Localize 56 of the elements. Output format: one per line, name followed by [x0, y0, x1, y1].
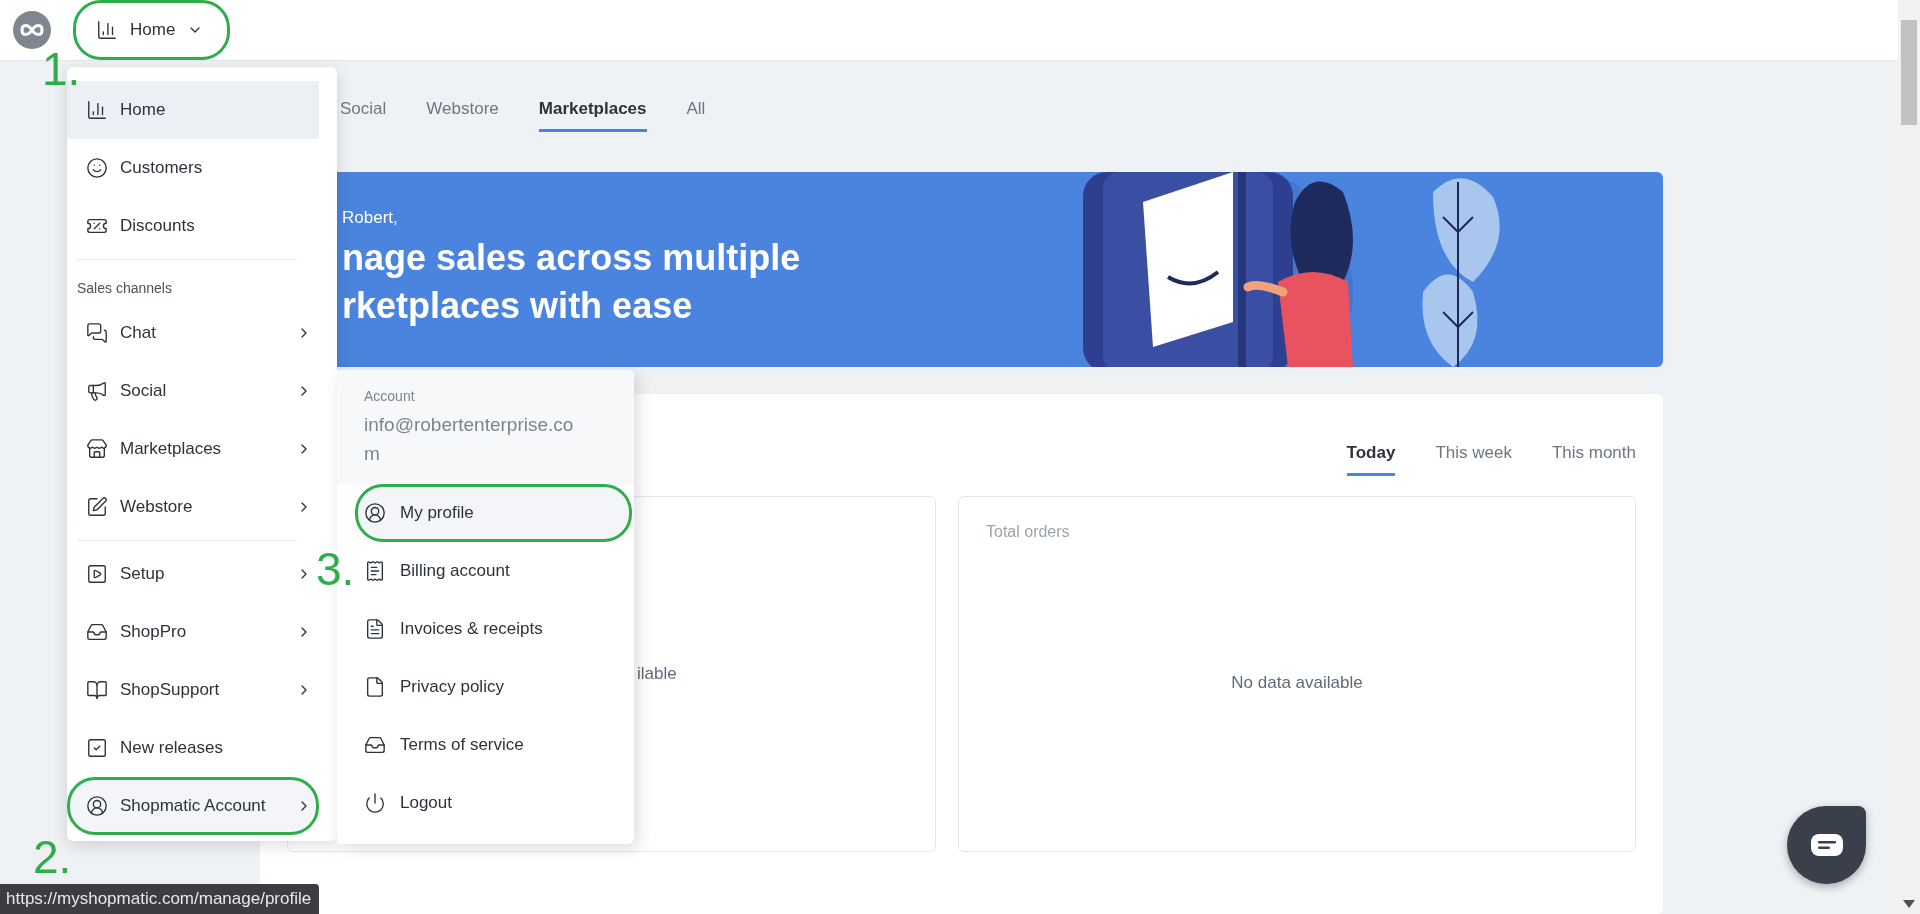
megaphone-icon: [86, 380, 108, 402]
period-tab[interactable]: This month: [1551, 431, 1636, 476]
channel-tab[interactable]: Social: [340, 87, 387, 132]
account-heading: Account: [364, 388, 416, 404]
book-icon: [86, 679, 108, 701]
period-tab[interactable]: Today: [1346, 431, 1396, 476]
banner-headline: nage sales across multiple: [342, 236, 801, 280]
empty-message: No data available: [1231, 673, 1363, 693]
menu-item[interactable]: Marketplaces: [67, 420, 319, 478]
play-icon: [86, 563, 108, 585]
chart-icon: [96, 19, 118, 41]
menu-item[interactable]: ShopSupport: [67, 661, 319, 719]
section-header: Sales channels: [76, 279, 173, 298]
menu-item[interactable]: ShopPro: [67, 603, 319, 661]
menu-item[interactable]: Social: [67, 362, 319, 420]
menu-item[interactable]: Setup: [67, 545, 319, 603]
channel-tab[interactable]: Webstore: [426, 87, 499, 132]
channel-tab[interactable]: Marketplaces: [538, 87, 647, 132]
scroll-down-icon[interactable]: [1903, 900, 1915, 908]
submenu-item[interactable]: My profile: [355, 484, 632, 542]
account-email: info@robertenterprise.com: [364, 413, 575, 466]
period-tab[interactable]: This week: [1435, 431, 1512, 476]
step-number: 3.: [316, 546, 355, 592]
menu-item[interactable]: Webstore: [67, 478, 319, 536]
chart-icon: [86, 99, 108, 121]
scrollbar[interactable]: [1898, 0, 1920, 914]
file-icon: [364, 676, 386, 698]
checkbox-icon: [86, 737, 108, 759]
banner-headline: rketplaces with ease: [342, 284, 694, 328]
document-icon: [364, 618, 386, 640]
receipt-icon: [364, 560, 386, 582]
user-icon: [86, 795, 108, 817]
menu-item[interactable]: Shopmatic Account: [67, 777, 319, 835]
store-icon: [86, 438, 108, 460]
scrollbar-thumb[interactable]: [1901, 20, 1917, 125]
chat-button[interactable]: [1787, 806, 1866, 884]
tray-icon: [86, 621, 108, 643]
user-icon: [364, 502, 386, 524]
menu-item[interactable]: Discounts: [67, 197, 319, 255]
edit-icon: [86, 496, 108, 518]
card-title: Total orders: [986, 523, 1071, 541]
channel-tab[interactable]: All: [686, 87, 706, 132]
power-icon: [364, 792, 386, 814]
empty-message: ilable: [637, 664, 677, 684]
logo-icon[interactable]: [13, 11, 51, 49]
chat-bubbles-icon: [86, 322, 108, 344]
menu-item[interactable]: Chat: [67, 304, 319, 362]
link-url-tooltip: https://myshopmatic.com/manage/profile: [0, 884, 320, 914]
menu-item[interactable]: Customers: [67, 139, 319, 197]
step-number: 2.: [33, 834, 72, 880]
smiley-icon: [86, 157, 108, 179]
tray-icon: [364, 734, 386, 756]
home-menu-button[interactable]: Home: [73, 0, 231, 60]
chat-icon: [1809, 833, 1844, 857]
menu-item[interactable]: New releases: [67, 719, 319, 777]
greeting-text: Robert,: [342, 208, 399, 228]
